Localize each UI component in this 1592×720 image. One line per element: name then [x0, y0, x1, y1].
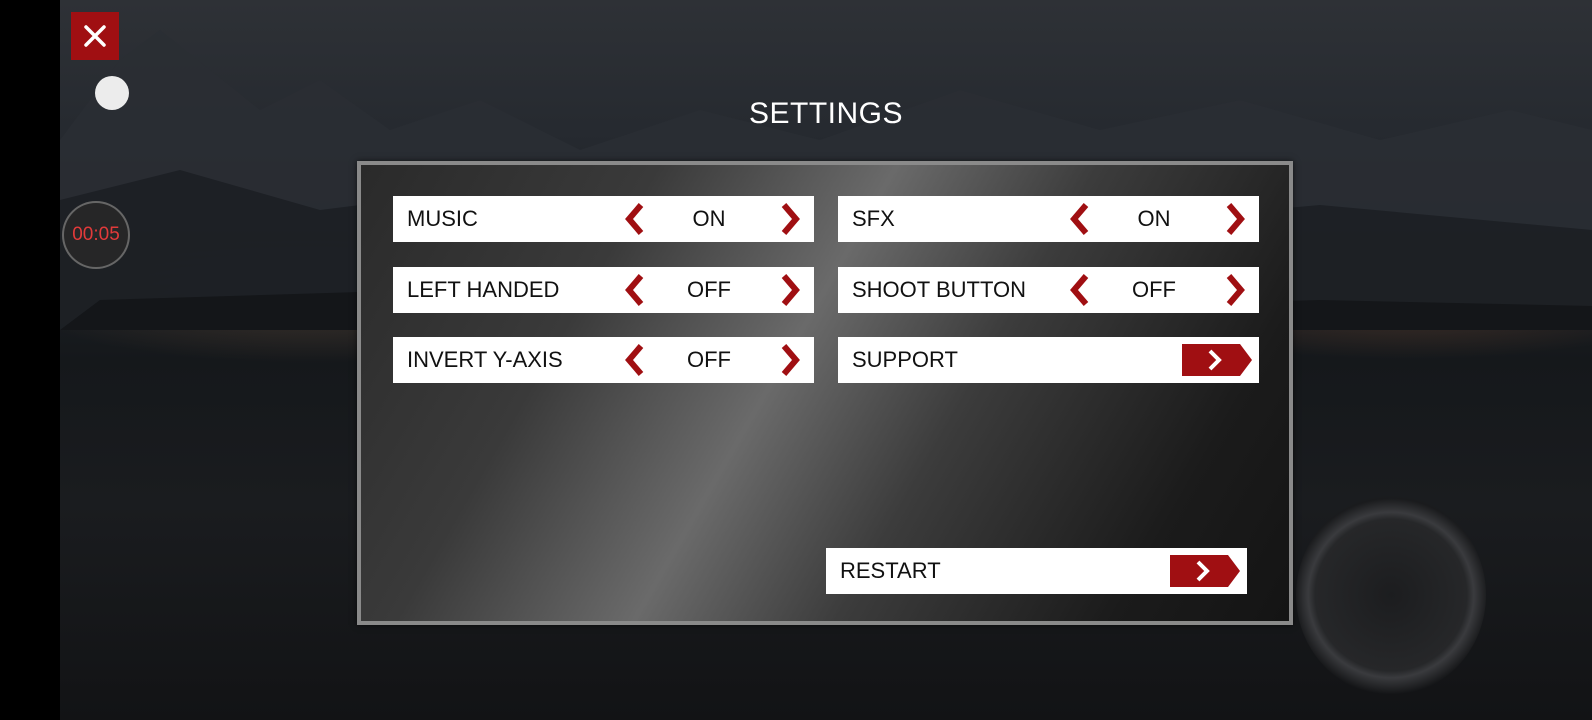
- setting-row-shoot-button: SHOOT BUTTON OFF: [838, 267, 1259, 313]
- restart-row[interactable]: RESTART: [826, 548, 1247, 594]
- chevron-left-icon[interactable]: [621, 202, 649, 236]
- chevron-right-icon[interactable]: [776, 273, 804, 307]
- setting-label: SFX: [852, 206, 895, 231]
- setting-row-sfx: SFX ON: [838, 196, 1259, 242]
- restart-go-button[interactable]: [1170, 555, 1240, 587]
- setting-value: ON: [1137, 206, 1171, 231]
- chevron-left-icon[interactable]: [1066, 273, 1094, 307]
- setting-row-music: MUSIC ON: [393, 196, 814, 242]
- chevron-left-icon[interactable]: [621, 273, 649, 307]
- setting-label: LEFT HANDED: [407, 277, 560, 302]
- close-button[interactable]: [71, 12, 119, 60]
- setting-label: SHOOT BUTTON: [852, 277, 1026, 302]
- setting-label: INVERT Y-AXIS: [407, 347, 563, 372]
- setting-value: OFF: [687, 347, 731, 372]
- setting-row-invert-y-axis: INVERT Y-AXIS OFF: [393, 337, 814, 383]
- chevron-right-icon[interactable]: [776, 202, 804, 236]
- chevron-left-icon[interactable]: [1066, 202, 1094, 236]
- chevron-left-icon[interactable]: [621, 343, 649, 377]
- chevron-right-icon[interactable]: [776, 343, 804, 377]
- setting-label: SUPPORT: [852, 347, 958, 372]
- chevron-right-icon[interactable]: [1221, 273, 1249, 307]
- close-icon: [84, 25, 106, 47]
- setting-label: RESTART: [840, 558, 941, 583]
- chevron-right-icon[interactable]: [1221, 202, 1249, 236]
- setting-value: ON: [692, 206, 726, 231]
- setting-row-left-handed: LEFT HANDED OFF: [393, 267, 814, 313]
- setting-value: OFF: [687, 277, 731, 302]
- page-title: SETTINGS: [748, 97, 903, 130]
- timer-text: 00:05: [72, 224, 120, 245]
- support-row[interactable]: SUPPORT: [838, 337, 1259, 383]
- support-go-button[interactable]: [1182, 344, 1252, 376]
- timer-display: 00:05: [62, 201, 130, 269]
- scope-lens: [1296, 495, 1486, 695]
- setting-value: OFF: [1132, 277, 1176, 302]
- setting-label: MUSIC: [407, 206, 478, 231]
